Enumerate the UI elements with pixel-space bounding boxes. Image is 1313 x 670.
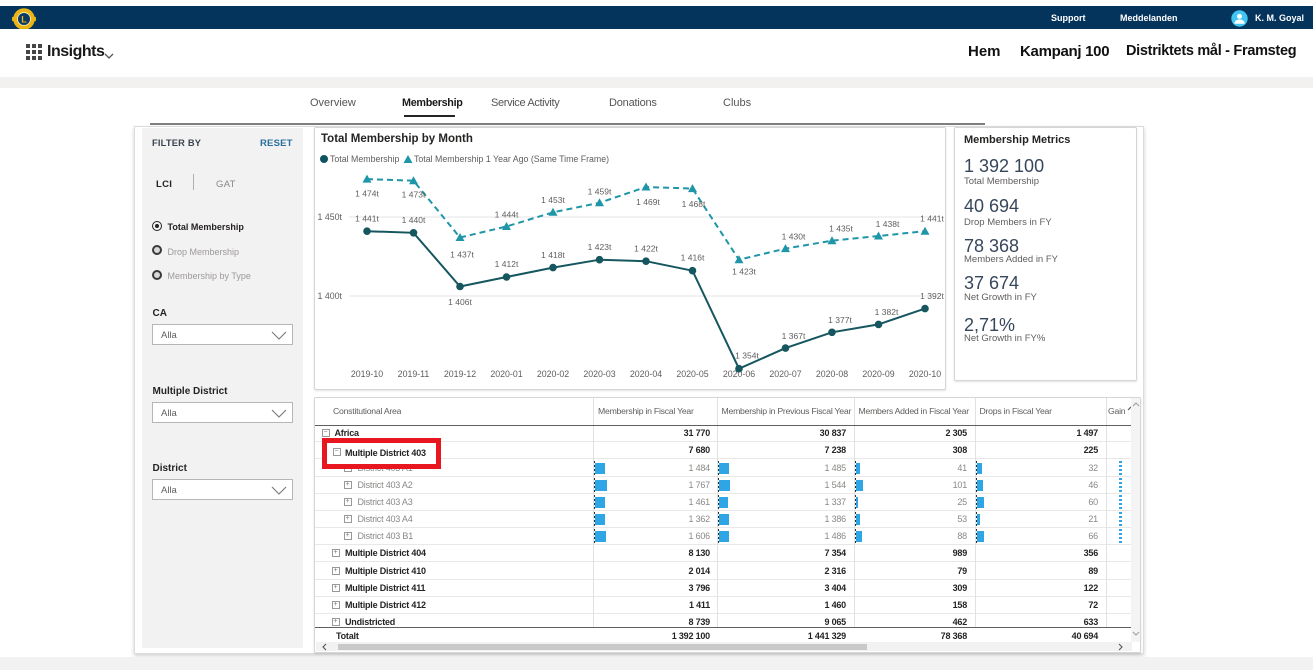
svg-text:2019-10: 2019-10 <box>351 369 383 379</box>
svg-text:1 469t: 1 469t <box>636 197 660 207</box>
svg-text:1 416t: 1 416t <box>681 253 705 263</box>
svg-text:1 473t: 1 473t <box>402 190 426 200</box>
svg-text:1 423t: 1 423t <box>732 267 756 277</box>
svg-text:1 400t: 1 400t <box>318 291 343 301</box>
svg-text:2019-12: 2019-12 <box>444 369 476 379</box>
svg-text:2020-04: 2020-04 <box>630 369 662 379</box>
svg-text:1 441t: 1 441t <box>355 214 379 224</box>
svg-text:Total Membership 1 Year Ago (S: Total Membership 1 Year Ago (Same Time F… <box>414 154 609 164</box>
svg-text:1 422t: 1 422t <box>634 244 658 254</box>
svg-text:1 444t: 1 444t <box>495 210 519 220</box>
svg-text:1 377t: 1 377t <box>828 315 852 325</box>
svg-text:1 440t: 1 440t <box>402 215 426 225</box>
svg-text:2020-07: 2020-07 <box>769 369 801 379</box>
svg-text:1 441t: 1 441t <box>920 214 944 224</box>
svg-text:1 423t: 1 423t <box>588 242 612 252</box>
svg-text:1 468t: 1 468t <box>682 199 706 209</box>
svg-text:1 382t: 1 382t <box>875 307 899 317</box>
svg-text:1 367t: 1 367t <box>782 331 806 341</box>
svg-text:2020-01: 2020-01 <box>490 369 522 379</box>
svg-text:L: L <box>21 14 27 24</box>
svg-text:2019-11: 2019-11 <box>398 369 430 379</box>
svg-text:1 435t: 1 435t <box>829 224 853 234</box>
svg-text:1 430t: 1 430t <box>782 232 806 242</box>
svg-text:1 354t: 1 354t <box>735 351 759 361</box>
svg-text:2020-02: 2020-02 <box>537 369 569 379</box>
svg-text:Total Membership: Total Membership <box>330 154 400 164</box>
svg-text:2020-10: 2020-10 <box>909 369 941 379</box>
svg-text:1 418t: 1 418t <box>541 250 565 260</box>
svg-text:1 406t: 1 406t <box>448 297 472 307</box>
svg-text:1 437t: 1 437t <box>450 250 474 260</box>
svg-text:1 474t: 1 474t <box>355 189 379 199</box>
svg-text:2020-05: 2020-05 <box>676 369 708 379</box>
svg-text:1 392t: 1 392t <box>920 291 944 301</box>
svg-text:2020-08: 2020-08 <box>816 369 848 379</box>
svg-text:2020-09: 2020-09 <box>862 369 894 379</box>
svg-text:1 459t: 1 459t <box>588 186 612 196</box>
svg-text:1 453t: 1 453t <box>541 195 565 205</box>
svg-text:1 438t: 1 438t <box>876 219 900 229</box>
svg-text:2020-03: 2020-03 <box>583 369 615 379</box>
svg-text:1 412t: 1 412t <box>495 259 519 269</box>
svg-text:1 450t: 1 450t <box>318 212 343 222</box>
